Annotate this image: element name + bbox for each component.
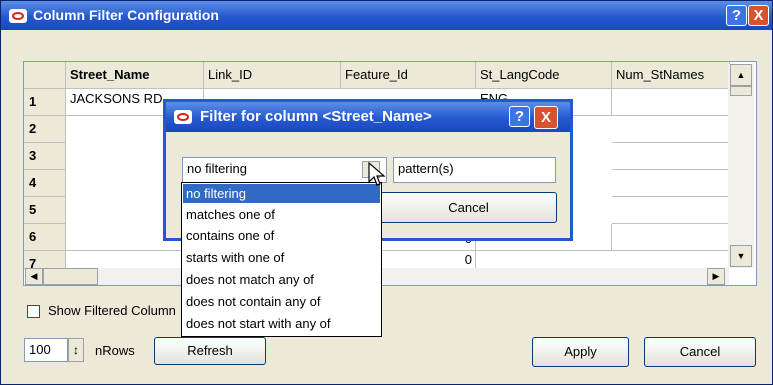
column-header-street-name[interactable]: Street_Name (66, 62, 204, 89)
option-does-not-contain-any-of[interactable]: does not contain any of (183, 292, 380, 311)
option-starts-with-one-of[interactable]: starts with one of (183, 248, 380, 267)
table-cell[interactable] (612, 116, 730, 143)
filter-type-value: no filtering (187, 161, 247, 176)
mouse-cursor-icon (368, 162, 386, 186)
rows-spinner-icon[interactable]: ↕ (68, 338, 84, 362)
table-cell[interactable] (612, 197, 730, 224)
table-cell[interactable] (612, 170, 730, 197)
rows-label: nRows (95, 343, 135, 358)
option-matches-one-of[interactable]: matches one of (183, 205, 380, 224)
column-header-feature-id[interactable]: Feature_Id (341, 62, 476, 89)
dialog-cancel-button[interactable]: Cancel (380, 192, 557, 223)
option-does-not-start-with-any-of[interactable]: does not start with any of (183, 314, 380, 333)
scroll-right-icon[interactable]: ▶ (707, 268, 725, 285)
show-filtered-checkbox[interactable] (27, 305, 40, 318)
dialog-close-button[interactable]: X (534, 106, 558, 129)
table-cell[interactable] (612, 143, 730, 170)
help-button[interactable]: ? (726, 5, 747, 26)
column-header-link-id[interactable]: Link_ID (204, 62, 341, 89)
dialog-help-button[interactable]: ? (509, 106, 530, 127)
pattern-input[interactable]: pattern(s) (393, 157, 556, 183)
option-no-filtering[interactable]: no filtering (183, 184, 380, 203)
row-header[interactable]: 7 (24, 251, 66, 269)
table-cell[interactable] (612, 224, 730, 251)
table-cell[interactable] (612, 89, 730, 116)
show-filtered-label: Show Filtered Column (48, 303, 176, 318)
scroll-up-icon[interactable]: ▲ (730, 64, 752, 86)
cancel-button[interactable]: Cancel (644, 337, 756, 367)
vertical-scrollbar[interactable]: ▲ ▼ (728, 64, 754, 268)
app-logo-icon (9, 9, 27, 23)
horizontal-scroll-thumb[interactable] (43, 268, 98, 285)
close-button[interactable]: X (748, 5, 769, 26)
scroll-thumb[interactable] (730, 86, 752, 96)
scroll-down-icon[interactable]: ▼ (730, 245, 752, 267)
filter-type-options[interactable]: no filtering matches one of contains one… (181, 182, 382, 337)
column-header-num-stnames[interactable]: Num_StNames (612, 62, 730, 89)
rows-input[interactable]: 100 (24, 338, 68, 362)
refresh-button[interactable]: Refresh (154, 337, 266, 365)
row-header[interactable]: 3 (24, 143, 66, 170)
column-header-st-langcode[interactable]: St_LangCode (476, 62, 612, 89)
filter-type-select[interactable]: no filtering ▼ (182, 157, 387, 183)
window-title: Column Filter Configuration (33, 7, 219, 23)
dialog-title: Filter for column <Street_Name> (200, 108, 432, 125)
dialog-logo-icon (174, 110, 192, 124)
table-corner (24, 62, 66, 89)
option-contains-one-of[interactable]: contains one of (183, 226, 380, 245)
row-header[interactable]: 4 (24, 170, 66, 197)
scroll-left-icon[interactable]: ◀ (25, 268, 43, 285)
row-header[interactable]: 2 (24, 116, 66, 143)
apply-button[interactable]: Apply (532, 337, 629, 367)
dialog-title-bar[interactable]: Filter for column <Street_Name> ? X (166, 102, 570, 132)
option-does-not-match-any-of[interactable]: does not match any of (183, 270, 380, 289)
row-header[interactable]: 5 (24, 197, 66, 224)
row-header[interactable]: 1 (24, 89, 66, 116)
window-title-bar[interactable]: Column Filter Configuration ? X (1, 1, 772, 30)
row-header[interactable]: 6 (24, 224, 66, 251)
